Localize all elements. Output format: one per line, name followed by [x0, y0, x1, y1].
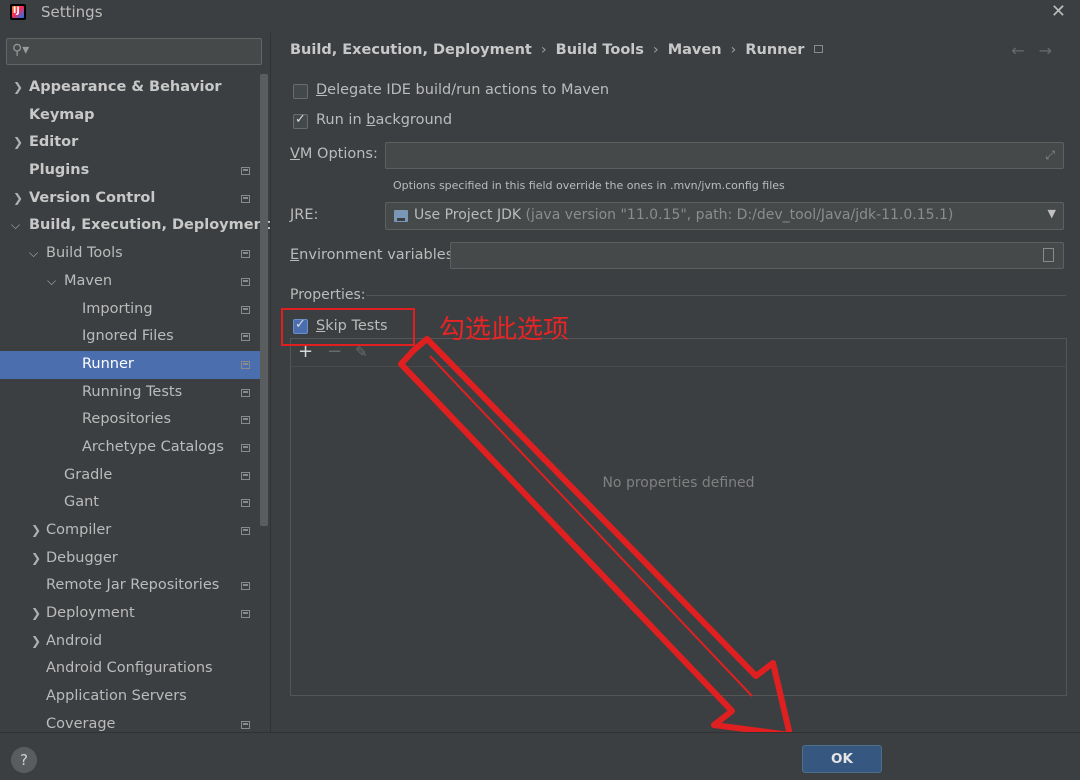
environment-variables-input[interactable] — [450, 242, 1064, 269]
sidebar-item-appearance[interactable]: ❯ Appearance & Behavior — [0, 74, 260, 102]
ok-button[interactable]: OK — [802, 745, 882, 773]
project-settings-icon — [241, 416, 250, 425]
runner-settings-panel: Build, Execution, Deployment › Build Tools… — [270, 33, 1080, 732]
sidebar-item-editor[interactable]: ❯ Editor — [0, 129, 260, 157]
sidebar-item-build-tools[interactable]: ⌵ Build Tools — [0, 240, 260, 268]
sidebar-item-plugins[interactable]: Plugins — [0, 157, 260, 185]
properties-label: Properties: — [290, 287, 366, 303]
project-settings-icon — [241, 388, 250, 397]
help-button[interactable]: ? — [11, 747, 37, 773]
vm-options-input[interactable]: ⤢ — [385, 142, 1064, 169]
environment-variables-label: Environment variables: — [290, 247, 459, 263]
folder-icon — [394, 210, 408, 222]
delegate-checkbox[interactable] — [293, 84, 308, 99]
sidebar-item-remote-jar-repositories[interactable]: Remote Jar Repositories — [0, 572, 260, 600]
project-settings-icon — [241, 720, 250, 729]
sidebar-item-running-tests[interactable]: Running Tests — [0, 379, 260, 407]
project-settings-icon — [814, 45, 824, 53]
project-settings-icon — [241, 167, 250, 176]
intellij-icon — [10, 4, 26, 20]
annotation-text: 勾选此选项 — [439, 315, 570, 345]
chevron-right-icon[interactable]: ❯ — [31, 600, 41, 628]
breadcrumb: Build, Execution, Deployment › Build Tools… — [290, 42, 824, 58]
chevron-right-icon[interactable]: ❯ — [13, 129, 23, 157]
chevron-right-icon[interactable]: ❯ — [31, 545, 41, 573]
expand-icon[interactable]: ⤢ — [1045, 148, 1055, 163]
chevron-right-icon: › — [540, 42, 547, 58]
sidebar-item-gradle[interactable]: Gradle — [0, 462, 260, 490]
separator — [366, 295, 1066, 296]
jre-label: JRE: — [290, 207, 319, 223]
sidebar-scrollbar[interactable] — [260, 74, 268, 526]
sidebar-item-application-servers[interactable]: Application Servers — [0, 683, 260, 711]
sidebar-item-version-control[interactable]: ❯ Version Control — [0, 185, 260, 213]
sidebar-item-android[interactable]: ❯ Android — [0, 628, 260, 656]
jre-select[interactable]: Use Project JDK (java version "11.0.15",… — [385, 202, 1064, 230]
run-in-background-checkbox[interactable] — [293, 112, 308, 129]
sidebar-item-keymap[interactable]: Keymap — [0, 102, 260, 130]
close-icon[interactable]: ✕ — [1051, 1, 1066, 22]
sidebar-item-repositories[interactable]: Repositories — [0, 406, 260, 434]
history-navigation: ←→ — [1011, 41, 1066, 60]
sidebar-item-deployment[interactable]: ❯ Deployment — [0, 600, 260, 628]
properties-table: + − ✎ No properties defined — [290, 338, 1067, 696]
sidebar-item-maven[interactable]: ⌵ Maven — [0, 268, 260, 296]
breadcrumb-item: Build, Execution, Deployment — [290, 42, 532, 58]
project-settings-icon — [241, 305, 250, 314]
chevron-right-icon[interactable]: ❯ — [13, 74, 23, 102]
dropdown-arrow-icon[interactable]: ▼ — [1048, 207, 1056, 220]
project-settings-icon — [241, 360, 250, 369]
sidebar-item-archetype-catalogs[interactable]: Archetype Catalogs — [0, 434, 260, 462]
sidebar-item-runner[interactable]: Runner — [0, 350, 260, 379]
settings-tree: ❯ Appearance & Behavior Keymap ❯ Editor … — [0, 74, 271, 739]
title-bar: Settings ✕ — [0, 0, 1080, 24]
settings-sidebar: ⚲▾ ❯ Appearance & Behavior Keymap ❯ Edit… — [0, 33, 271, 732]
forward-arrow-icon[interactable]: → — [1039, 41, 1066, 60]
chevron-down-icon[interactable]: ⌵ — [11, 212, 20, 240]
dialog-footer: ? OK — [0, 732, 1080, 780]
chevron-right-icon[interactable]: ❯ — [13, 185, 23, 213]
vm-options-label: VM Options: — [290, 146, 378, 162]
project-settings-icon — [241, 610, 250, 619]
breadcrumb-item: Build Tools — [555, 42, 644, 58]
project-settings-icon — [241, 333, 250, 342]
chevron-right-icon: › — [730, 42, 737, 58]
chevron-down-icon[interactable]: ⌵ — [47, 268, 56, 296]
chevron-down-icon[interactable]: ⌵ — [29, 240, 38, 268]
chevron-right-icon[interactable]: ❯ — [31, 517, 41, 545]
breadcrumb-item: Runner — [745, 42, 805, 58]
sidebar-item-gant[interactable]: Gant — [0, 489, 260, 517]
window-title: Settings — [41, 3, 103, 21]
project-settings-icon — [241, 499, 250, 508]
project-settings-icon — [241, 582, 250, 591]
back-arrow-icon[interactable]: ← — [1011, 41, 1038, 60]
project-settings-icon — [241, 527, 250, 535]
vm-options-hint: Options specified in this field override… — [393, 179, 785, 192]
sidebar-item-ignored-files[interactable]: Ignored Files — [0, 323, 260, 351]
project-settings-icon — [241, 471, 250, 480]
project-settings-icon — [241, 443, 250, 452]
chevron-right-icon[interactable]: ❯ — [31, 628, 41, 656]
project-settings-icon — [241, 250, 250, 259]
search-icon: ⚲▾ — [12, 42, 30, 58]
project-settings-icon — [241, 277, 250, 286]
browse-document-icon[interactable] — [1043, 248, 1054, 262]
sidebar-item-debugger[interactable]: ❯ Debugger — [0, 545, 260, 573]
sidebar-item-compiler[interactable]: ❯ Compiler — [0, 517, 260, 545]
run-in-background-label[interactable]: Run in background — [316, 112, 452, 128]
sidebar-item-build-execution[interactable]: ⌵ Build, Execution, Deployment — [0, 212, 271, 240]
annotation-box-skip-tests — [281, 308, 415, 346]
project-settings-icon — [241, 194, 250, 203]
breadcrumb-item: Maven — [667, 42, 722, 58]
search-input[interactable]: ⚲▾ — [6, 38, 262, 65]
delegate-label[interactable]: Delegate IDE build/run actions to Maven — [316, 82, 609, 98]
sidebar-item-importing[interactable]: Importing — [0, 296, 260, 324]
empty-state-text: No properties defined — [602, 475, 755, 491]
chevron-right-icon: › — [652, 42, 659, 58]
sidebar-item-android-configurations[interactable]: Android Configurations — [0, 655, 260, 683]
